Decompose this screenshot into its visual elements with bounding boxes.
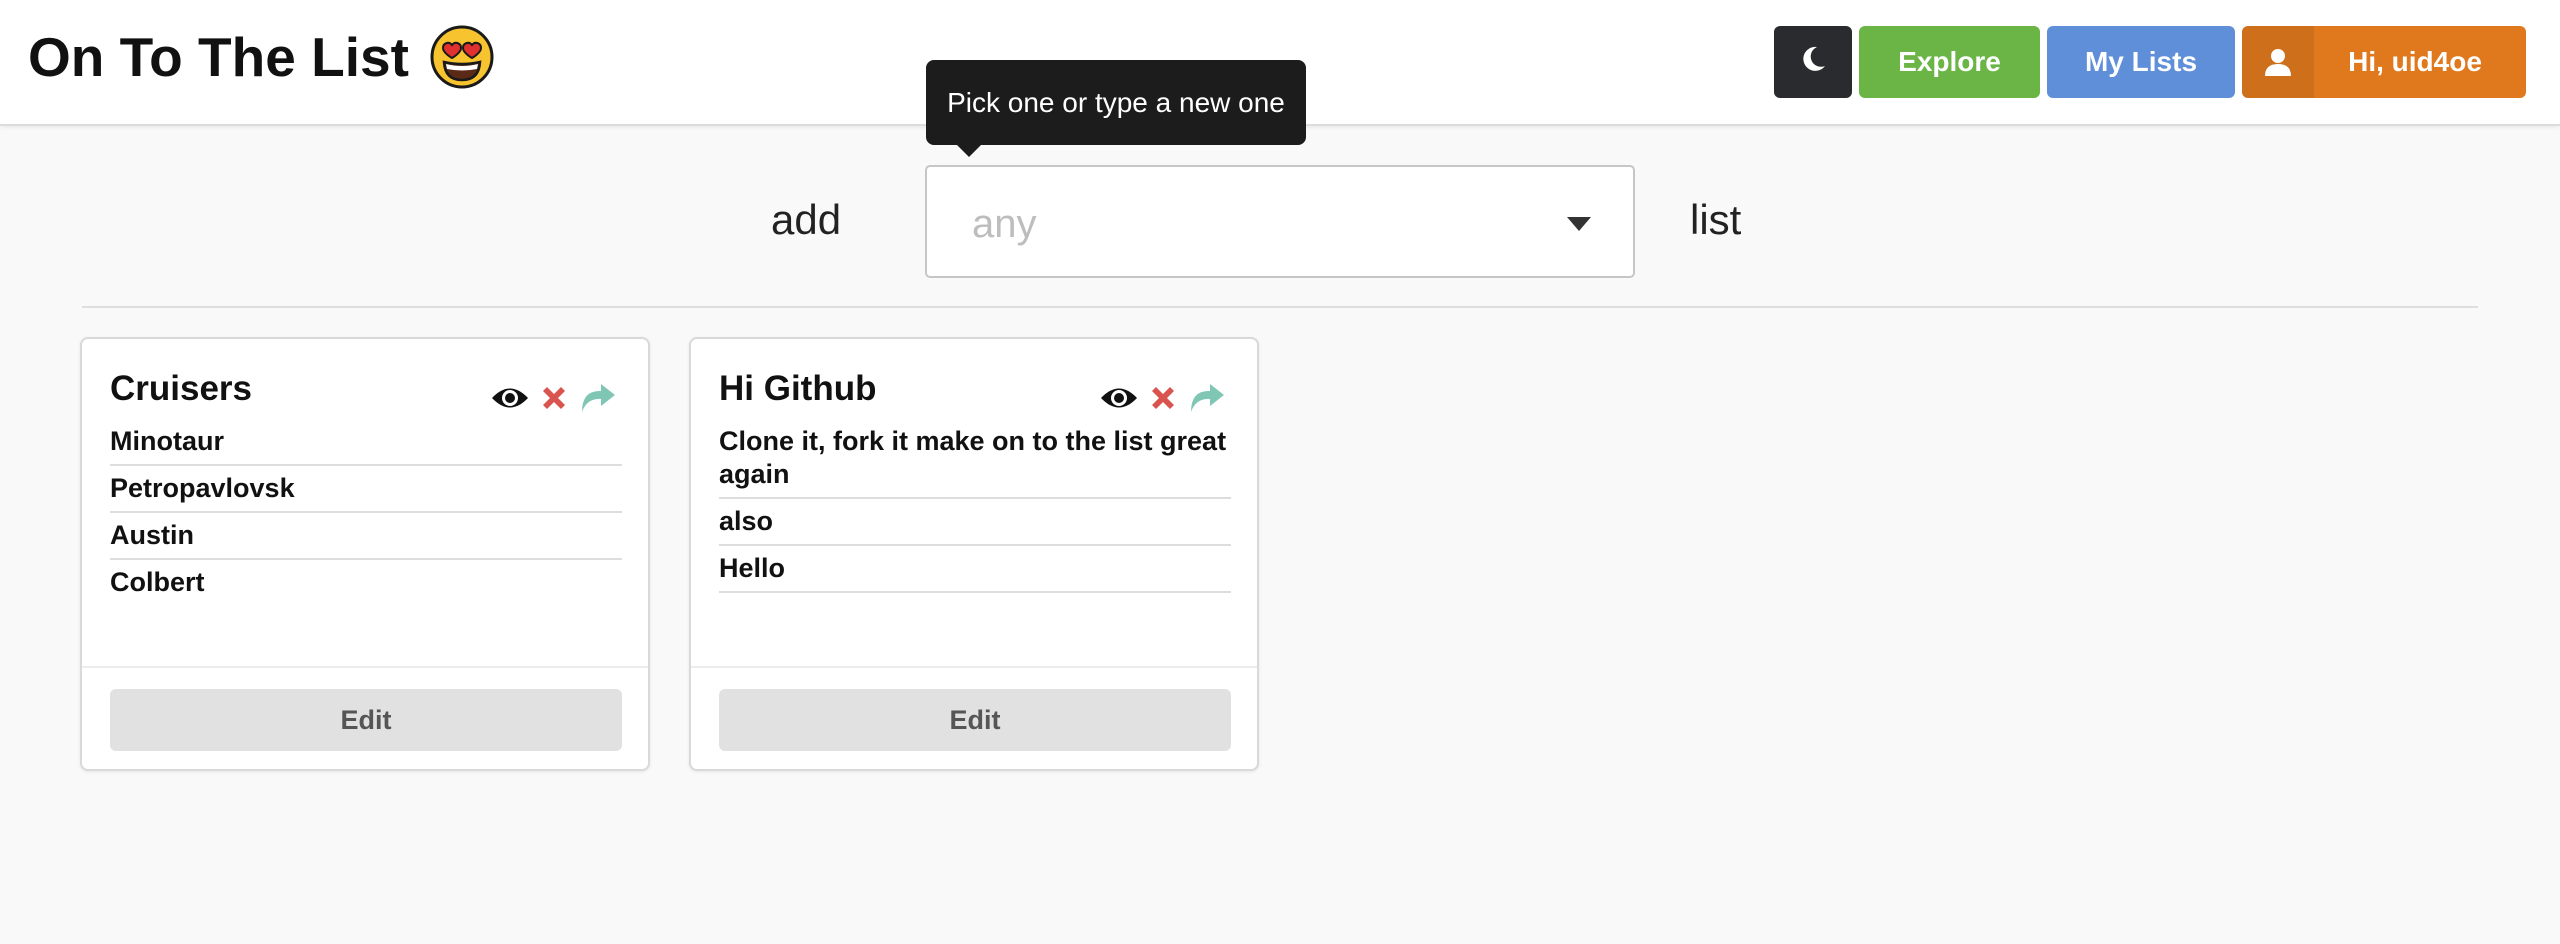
list-items: Minotaur Petropavlovsk Austin Colbert ..…	[110, 425, 622, 597]
list-card-title: Hi Github	[719, 369, 877, 408]
user-icon	[2242, 26, 2314, 98]
theme-toggle-button[interactable]	[1774, 26, 1852, 98]
list-item: Clone it, fork it make on to the list gr…	[719, 425, 1231, 499]
delete-icon[interactable]	[534, 379, 574, 417]
tooltip-arrow	[956, 144, 982, 157]
list-item: Hello	[719, 546, 1231, 593]
app-title[interactable]: On To The List	[28, 24, 495, 90]
list-item: also	[719, 499, 1231, 546]
chevron-down-icon[interactable]	[1567, 217, 1591, 231]
eye-icon[interactable]	[1099, 379, 1139, 417]
add-prefix-label: add	[771, 196, 842, 243]
combobox-tooltip: Pick one or type a new one	[926, 60, 1306, 157]
list-item: Colbert	[110, 567, 205, 597]
list-card-title: Cruisers	[110, 369, 253, 408]
edit-list-button[interactable]: Edit	[110, 689, 622, 751]
edit-list-button[interactable]: Edit	[719, 689, 1231, 751]
list-items: Clone it, fork it make on to the list gr…	[719, 425, 1231, 597]
eye-icon[interactable]	[490, 379, 530, 417]
my-lists-button[interactable]: My Lists	[2047, 26, 2235, 98]
share-icon[interactable]	[1187, 379, 1227, 417]
list-item: Austin	[110, 513, 622, 560]
list-suffix-label: list	[1690, 196, 1742, 243]
card-footer-divider	[691, 666, 1257, 668]
tooltip-text: Pick one or type a new one	[947, 86, 1285, 118]
list-card: Cruisers Minotaur Petropavlovsk Austin C…	[80, 337, 650, 771]
list-type-combobox[interactable]: any	[925, 165, 1635, 278]
list-card-actions	[1099, 379, 1227, 417]
explore-button[interactable]: Explore	[1859, 26, 2040, 98]
card-footer-divider	[82, 666, 648, 668]
section-divider	[82, 306, 2478, 308]
heart-eyes-emoji-icon	[429, 24, 495, 90]
user-menu-button[interactable]: Hi, uid4oe	[2242, 26, 2526, 98]
list-item: hello	[719, 593, 1231, 597]
delete-icon[interactable]	[1143, 379, 1183, 417]
share-icon[interactable]	[578, 379, 618, 417]
combobox-placeholder: any	[972, 202, 1037, 246]
moon-icon	[1798, 44, 1828, 81]
list-item: Petropavlovsk	[110, 466, 622, 513]
list-item: Minotaur	[110, 425, 622, 466]
list-card-actions	[490, 379, 618, 417]
list-card: Hi Github Clone it, fork it make on to t…	[689, 337, 1259, 771]
app-title-text: On To The List	[28, 26, 409, 88]
user-greeting: Hi, uid4oe	[2348, 46, 2482, 77]
